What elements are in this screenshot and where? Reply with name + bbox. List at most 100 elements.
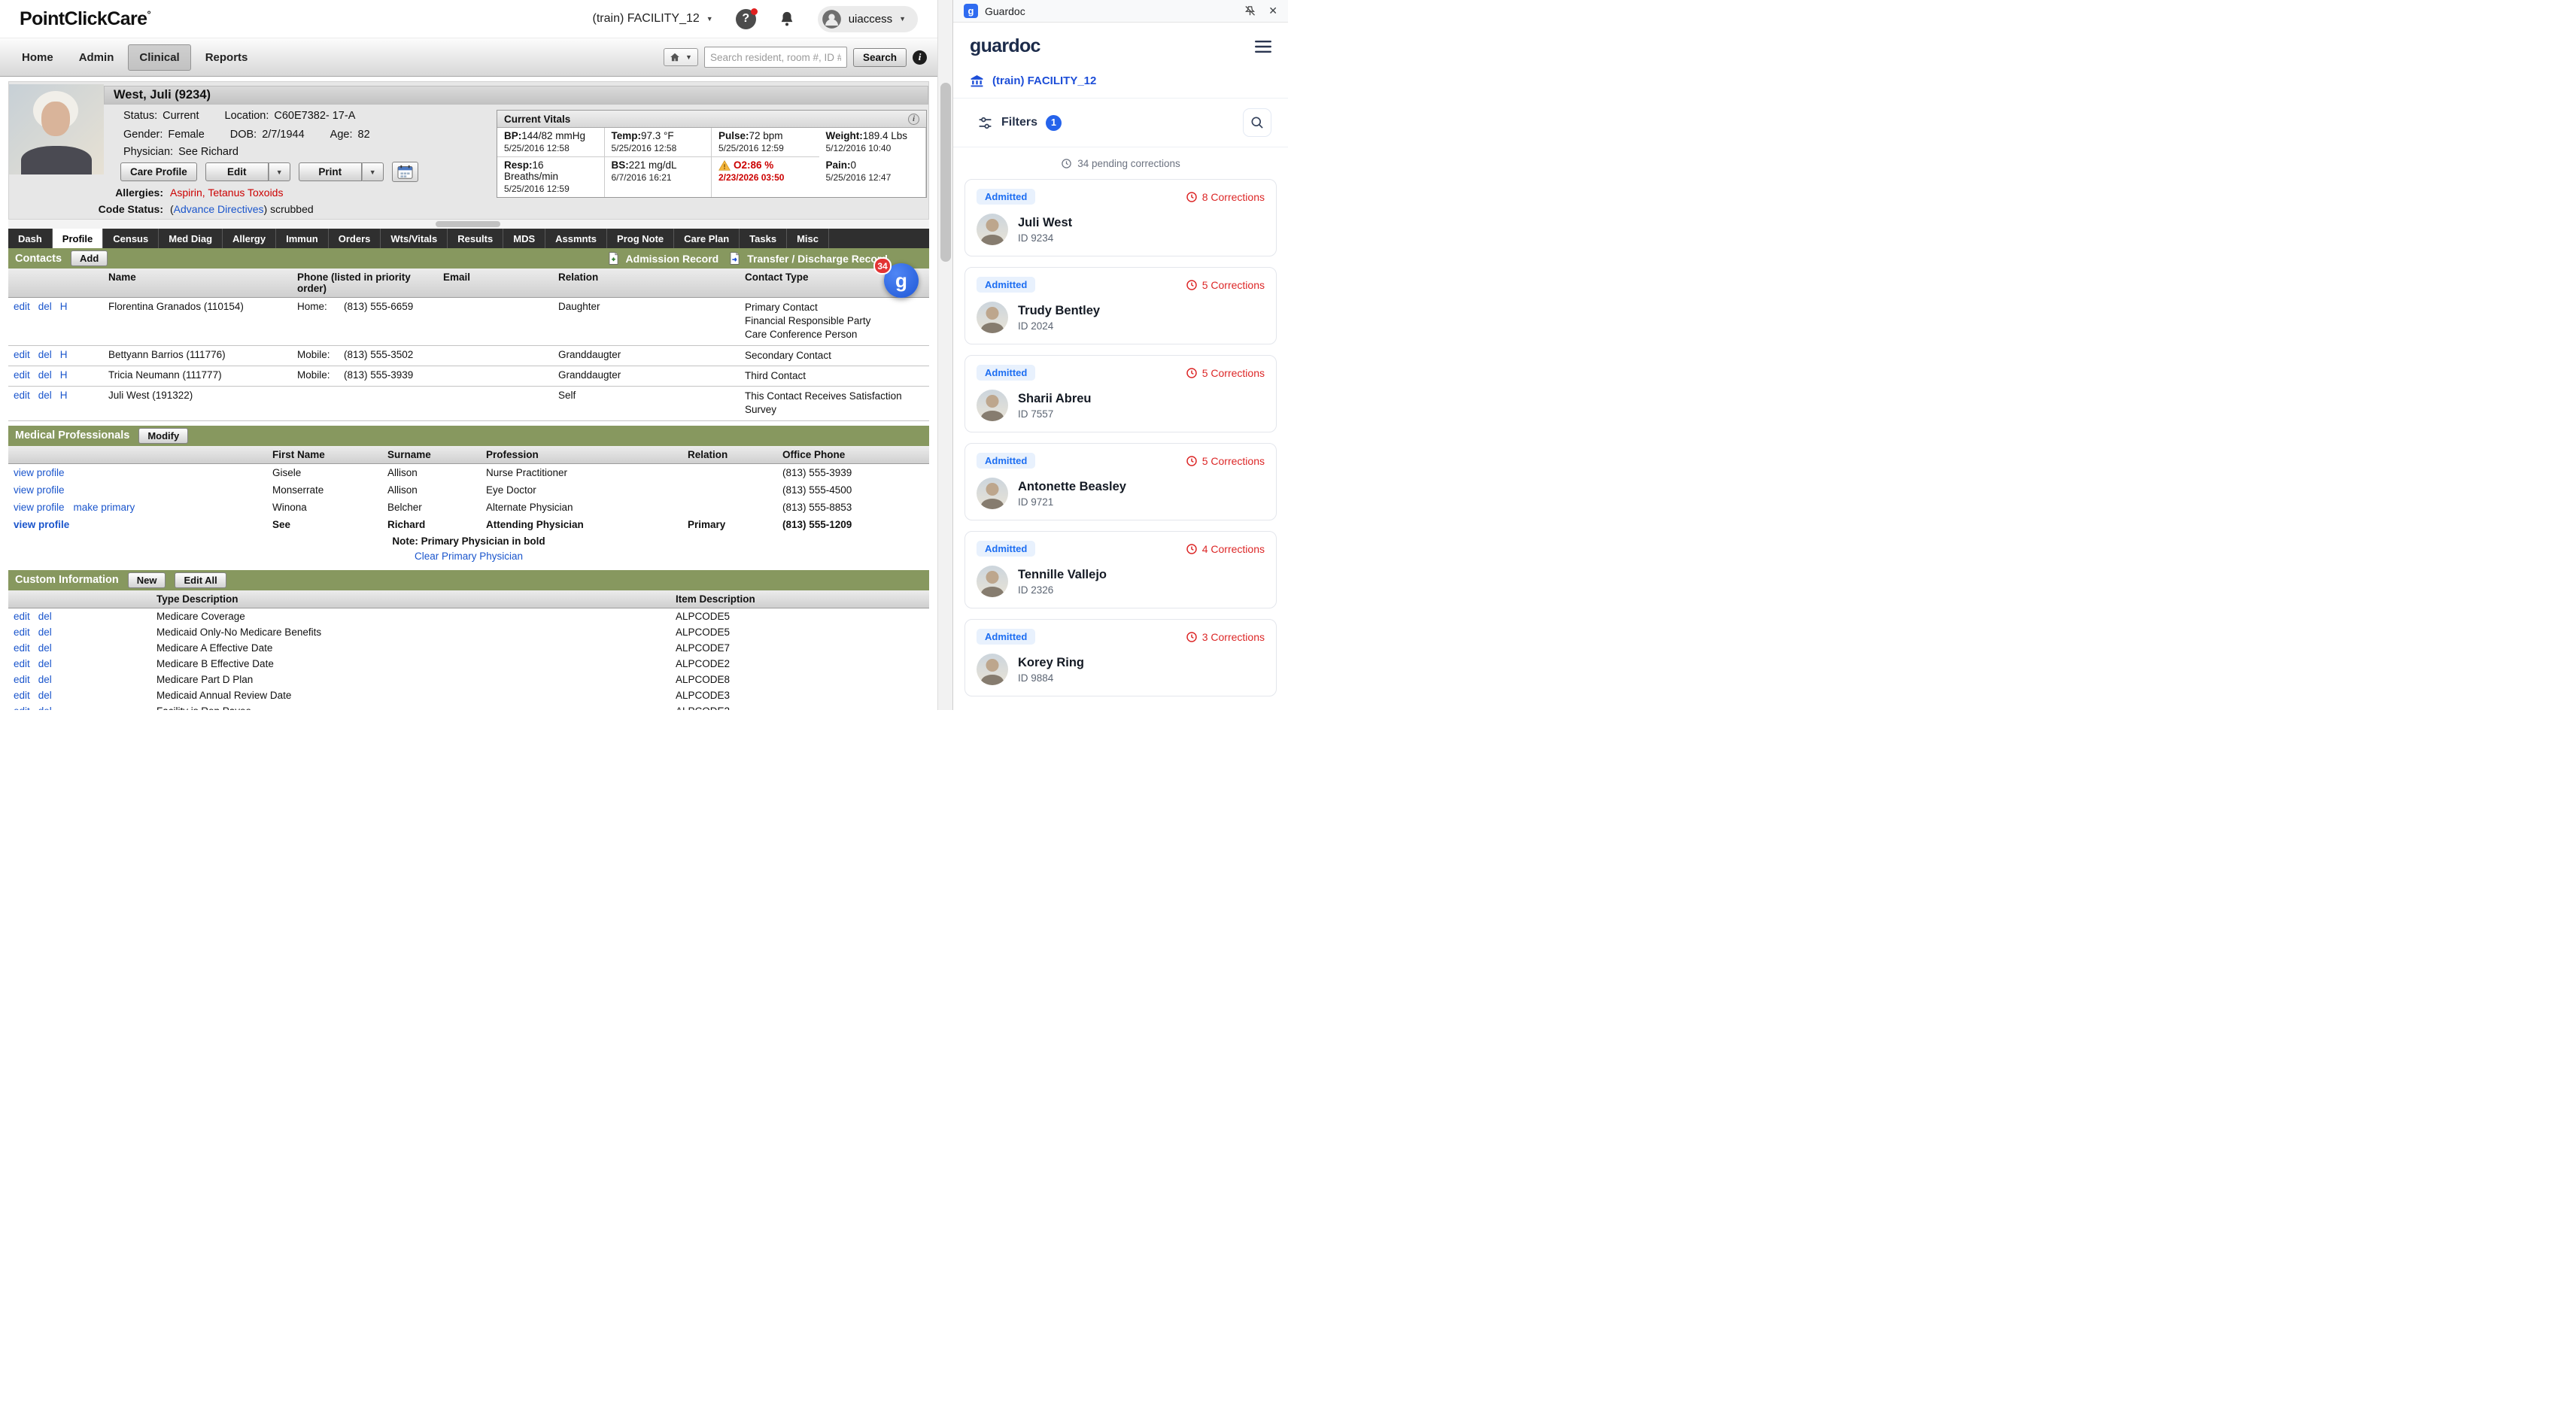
nav-item[interactable]: Home ▼ — [11, 44, 65, 71]
delete-link[interactable]: del — [38, 369, 52, 383]
nav-item[interactable]: Clinical ▼ — [128, 44, 190, 71]
edit-link[interactable]: edit — [14, 642, 30, 654]
delete-link[interactable]: del — [38, 674, 52, 685]
patient-card[interactable]: Admitted 8 Corrections Juli West ID 9234 — [964, 179, 1277, 256]
make-primary-link[interactable]: make primary — [74, 502, 135, 513]
chart-tab[interactable]: Allergy — [223, 229, 276, 248]
contact-relation: Daughter — [553, 298, 740, 345]
nav-item[interactable]: Admin ▼ — [68, 44, 126, 71]
view-profile-link[interactable]: view profile — [14, 502, 65, 513]
patient-card-id: ID 9884 — [1018, 672, 1084, 684]
edit-button[interactable]: Edit — [205, 162, 269, 181]
print-dropdown-button[interactable]: ▼ — [362, 162, 384, 181]
edit-link[interactable]: edit — [14, 690, 30, 701]
edit-link[interactable]: edit — [14, 627, 30, 638]
edit-all-button[interactable]: Edit All — [175, 572, 226, 588]
tab-label: Prog Note — [617, 233, 664, 244]
admission-record-link[interactable]: Admission Record — [606, 251, 719, 265]
history-link[interactable]: H — [60, 390, 68, 417]
chart-tab[interactable]: Care Plan — [674, 229, 740, 248]
delete-link[interactable]: del — [38, 627, 52, 638]
delete-link[interactable]: del — [38, 690, 52, 701]
modify-button[interactable]: Modify — [138, 428, 188, 444]
delete-link[interactable]: del — [38, 349, 52, 363]
edit-link[interactable]: edit — [14, 369, 30, 383]
patient-actions: Care Profile Edit ▼ Print ▼ — [120, 162, 418, 182]
patient-card[interactable]: Admitted 3 Corrections Korey Ring ID 988… — [964, 619, 1277, 696]
delete-link[interactable]: del — [38, 642, 52, 654]
patient-card[interactable]: Admitted 5 Corrections Sharii Abreu ID 7… — [964, 355, 1277, 432]
history-link[interactable]: H — [60, 301, 68, 342]
user-menu[interactable]: uiaccess ▼ — [818, 6, 918, 32]
notifications-button[interactable] — [779, 11, 795, 27]
chart-tab[interactable]: Orders — [329, 229, 381, 248]
chart-tab[interactable]: Prog Note — [607, 229, 674, 248]
edit-link[interactable]: edit — [14, 390, 30, 417]
delete-link[interactable]: del — [38, 658, 52, 669]
chart-tab[interactable]: Med Diag — [159, 229, 223, 248]
chart-tab[interactable]: Results — [448, 229, 503, 248]
chart-tab[interactable]: Wts/Vitals — [381, 229, 448, 248]
delete-link[interactable]: del — [38, 611, 52, 622]
edit-link[interactable]: edit — [14, 674, 30, 685]
view-profile-link[interactable]: view profile — [14, 484, 65, 496]
tab-label: Dash — [18, 233, 42, 244]
guardoc-facility-row[interactable]: (train) FACILITY_12 — [953, 67, 1288, 99]
advance-directives-link[interactable]: Advance Directives — [174, 203, 264, 215]
med-profession: Nurse Practitioner — [481, 464, 682, 481]
calendar-button[interactable] — [392, 162, 418, 182]
vertical-scrollbar-thumb[interactable] — [940, 83, 951, 262]
care-profile-button[interactable]: Care Profile — [120, 162, 197, 181]
chart-tab[interactable]: Misc — [787, 229, 829, 248]
menu-button[interactable] — [1255, 40, 1271, 53]
delete-link[interactable]: del — [38, 390, 52, 417]
chart-tab[interactable]: Tasks — [740, 229, 787, 248]
add-contact-button[interactable]: Add — [71, 250, 108, 266]
pcc-logo[interactable]: PointClickCare° — [20, 8, 150, 30]
edit-link[interactable]: edit — [14, 611, 30, 622]
chart-tab[interactable]: Profile — [53, 229, 103, 248]
chart-tab[interactable]: Census — [103, 229, 159, 248]
help-button[interactable]: ? — [736, 9, 756, 29]
edit-link[interactable]: edit — [14, 349, 30, 363]
delete-link[interactable]: del — [38, 301, 52, 342]
chart-tab[interactable]: Dash — [8, 229, 53, 248]
close-icon[interactable]: ✕ — [1268, 5, 1277, 17]
med-office-phone: (813) 555-4500 — [777, 481, 929, 499]
corrections-indicator: 8 Corrections — [1186, 191, 1265, 203]
delete-link[interactable]: del — [38, 705, 52, 710]
edit-link[interactable]: edit — [14, 301, 30, 342]
search-scope-dropdown[interactable]: ▼ — [664, 48, 698, 66]
chart-tab[interactable]: Assmnts — [545, 229, 607, 248]
view-profile-link[interactable]: view profile — [14, 519, 69, 530]
history-link[interactable]: H — [60, 349, 68, 363]
tab-label: Wts/Vitals — [390, 233, 437, 244]
chart-tab[interactable]: MDS — [503, 229, 545, 248]
guardoc-bubble-button[interactable]: g 34 — [884, 263, 919, 298]
info-button[interactable]: i — [913, 50, 927, 65]
horizontal-scrollbar-thumb[interactable] — [436, 221, 500, 227]
patient-card[interactable]: Admitted 4 Corrections Tennille Vallejo … — [964, 531, 1277, 608]
edit-dropdown-button[interactable]: ▼ — [269, 162, 290, 181]
patient-card[interactable]: Admitted 5 Corrections Trudy Bentley ID … — [964, 267, 1277, 344]
filters-button[interactable]: Filters 1 — [970, 111, 1069, 135]
history-link[interactable]: H — [60, 369, 68, 383]
print-button[interactable]: Print — [299, 162, 362, 181]
search-button[interactable]: Search — [853, 48, 907, 67]
new-button[interactable]: New — [128, 572, 166, 588]
pin-icon[interactable] — [1244, 5, 1256, 17]
view-profile-link[interactable]: view profile — [14, 467, 65, 478]
clear-primary-physician-link[interactable]: Clear Primary Physician — [415, 551, 523, 562]
patient-search-button[interactable] — [1243, 108, 1271, 137]
chart-tab[interactable]: Immun — [276, 229, 329, 248]
patient-card[interactable]: Admitted 5 Corrections Antonette Beasley… — [964, 443, 1277, 520]
extension-title: Guardoc — [985, 5, 1025, 17]
facility-selector[interactable]: (train) FACILITY_12 ▼ — [593, 12, 713, 26]
search-input[interactable] — [704, 47, 847, 68]
nav-item[interactable]: Reports ▼ — [194, 44, 260, 71]
vitals-info-button[interactable]: i — [908, 114, 919, 125]
edit-link[interactable]: edit — [14, 705, 30, 710]
edit-link[interactable]: edit — [14, 658, 30, 669]
guardoc-sidebar: g Guardoc ✕ guardoc (train) FACILITY_12 … — [952, 0, 1288, 710]
transfer-discharge-link[interactable]: Transfer / Discharge Record — [728, 251, 888, 265]
